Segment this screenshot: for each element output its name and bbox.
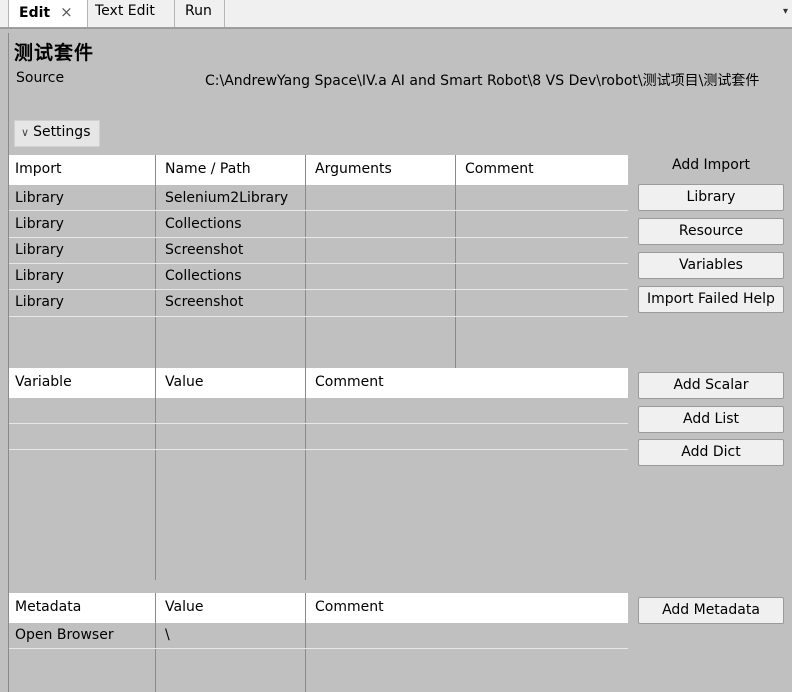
metadata-value-cell[interactable]: \ (165, 627, 170, 643)
metadata-name-cell[interactable]: Open Browser (15, 627, 114, 643)
column-header-comment[interactable]: Comment (465, 161, 534, 177)
column-header-value[interactable]: Value (165, 374, 203, 390)
variable-table: Variable Value Comment (9, 368, 628, 582)
chevron-down-icon: ∨ (21, 126, 30, 139)
import-type-cell[interactable]: Library (15, 268, 64, 284)
column-divider (155, 155, 156, 368)
import-name-cell[interactable]: Screenshot (165, 294, 243, 310)
import-type-cell[interactable]: Library (15, 242, 64, 258)
suite-title: 测试套件 (14, 42, 95, 64)
row-divider (9, 423, 628, 424)
frame-divider (0, 28, 792, 33)
column-divider (155, 368, 156, 580)
column-header-metadata[interactable]: Metadata (15, 599, 81, 615)
settings-label: Settings (33, 124, 91, 140)
column-divider (455, 155, 456, 368)
add-metadata-button[interactable]: Add Metadata (638, 597, 784, 624)
column-header-comment[interactable]: Comment (315, 599, 384, 615)
add-dict-button[interactable]: Add Dict (638, 439, 784, 466)
column-header-arguments[interactable]: Arguments (315, 161, 392, 177)
column-divider (305, 593, 306, 692)
import-name-cell[interactable]: Selenium2Library (165, 190, 288, 206)
add-list-button[interactable]: Add List (638, 406, 784, 433)
add-resource-button[interactable]: Resource (638, 218, 784, 245)
add-library-button[interactable]: Library (638, 184, 784, 211)
tab-edit-label: Edit (19, 5, 51, 21)
column-divider (155, 593, 156, 692)
source-label: Source (16, 70, 65, 86)
import-table: Import Name / Path Arguments Comment Lib… (9, 155, 628, 370)
import-name-cell[interactable]: Collections (165, 216, 242, 232)
variable-table-header: Variable Value Comment (9, 368, 628, 398)
column-header-comment[interactable]: Comment (315, 374, 384, 390)
tab-dropdown-icon[interactable]: ▾ (783, 6, 788, 17)
row-divider (9, 237, 628, 238)
add-import-label: Add Import (671, 157, 751, 173)
row-divider (9, 289, 628, 290)
import-name-cell[interactable]: Screenshot (165, 242, 243, 258)
row-divider (9, 449, 628, 450)
column-header-variable[interactable]: Variable (15, 374, 72, 390)
import-type-cell[interactable]: Library (15, 190, 64, 206)
import-type-cell[interactable]: Library (15, 294, 64, 310)
metadata-table: Metadata Value Comment Open Browser \ (9, 593, 628, 692)
import-name-cell[interactable]: Collections (165, 268, 242, 284)
tab-edit[interactable]: Edit × (8, 0, 88, 27)
tab-text-edit-label: Text Edit (95, 3, 155, 19)
column-divider (305, 368, 306, 580)
row-divider (9, 648, 628, 649)
close-icon[interactable]: × (60, 3, 73, 21)
add-variables-button[interactable]: Variables (638, 252, 784, 279)
column-header-import[interactable]: Import (15, 161, 61, 177)
column-divider (305, 155, 306, 368)
import-failed-help-button[interactable]: Import Failed Help (638, 286, 784, 313)
column-header-value[interactable]: Value (165, 599, 203, 615)
tab-bar: Edit × Text Edit Run ▾ (0, 0, 792, 28)
row-divider (9, 210, 628, 211)
settings-toggle[interactable]: ∨ Settings (14, 120, 100, 147)
column-header-name-path[interactable]: Name / Path (165, 161, 251, 177)
import-table-header: Import Name / Path Arguments Comment (9, 155, 628, 185)
source-path: C:\AndrewYang Space\IV.a AI and Smart Ro… (205, 73, 760, 89)
import-type-cell[interactable]: Library (15, 216, 64, 232)
row-divider (9, 263, 628, 264)
tab-text-edit[interactable]: Text Edit (87, 0, 175, 27)
row-divider (9, 316, 628, 317)
add-scalar-button[interactable]: Add Scalar (638, 372, 784, 399)
tab-run-label: Run (185, 3, 212, 19)
metadata-table-header: Metadata Value Comment (9, 593, 628, 623)
tab-run[interactable]: Run (175, 0, 225, 27)
